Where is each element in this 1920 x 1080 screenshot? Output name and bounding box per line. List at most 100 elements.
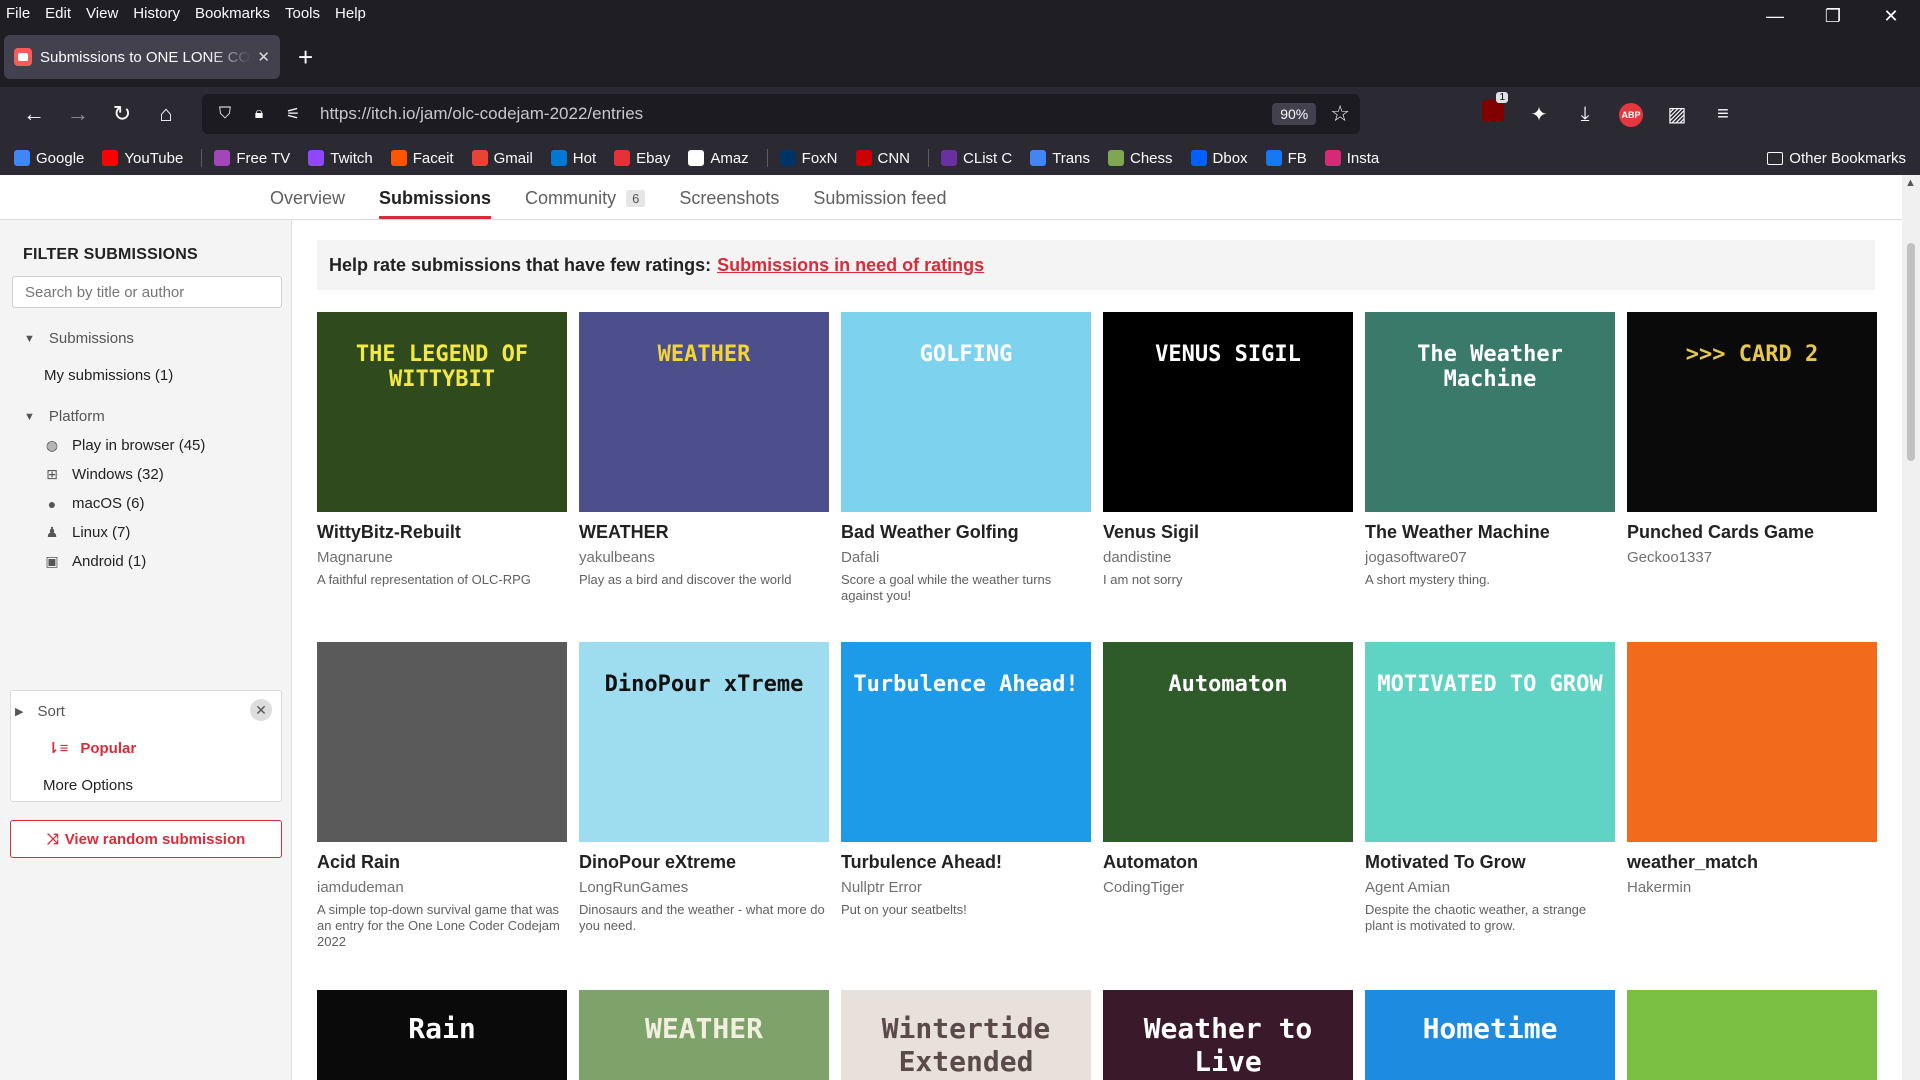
sort-group-toggle[interactable]: ▶ Sort — [15, 703, 65, 720]
bookmark-item[interactable]: Dbox — [1190, 150, 1248, 167]
game-title[interactable]: Punched Cards Game — [1627, 522, 1877, 543]
game-author[interactable]: Geckoo1337 — [1627, 549, 1877, 566]
restore-icon[interactable]: ❐ — [1804, 0, 1862, 32]
tab-screenshots[interactable]: Screenshots — [679, 188, 779, 219]
game-thumbnail[interactable]: MOTIVATED TO GROW — [1365, 642, 1615, 842]
download-icon[interactable]: ⤓ — [1562, 103, 1608, 126]
menu-view[interactable]: View — [86, 5, 118, 22]
adblock-icon[interactable]: ABP — [1608, 101, 1654, 127]
close-window-icon[interactable]: ✕ — [1862, 0, 1920, 32]
platform-filter-item[interactable]: ▣ Android (1) — [44, 553, 279, 570]
game-thumbnail[interactable]: WEATHER — [579, 312, 829, 512]
game-author[interactable]: LongRunGames — [579, 879, 829, 896]
game-author[interactable]: Agent Amian — [1365, 879, 1615, 896]
url-bar[interactable]: ⛉ 🔒︎ ⚟ https://itch.io/jam/olc-codejam-2… — [202, 94, 1360, 134]
game-author[interactable]: Magnarune — [317, 549, 567, 566]
bookmark-item[interactable]: CNN — [855, 150, 910, 167]
tab-community[interactable]: Community 6 — [525, 188, 646, 219]
game-thumbnail[interactable]: Weather to Live — [1103, 990, 1353, 1080]
game-author[interactable]: CodingTiger — [1103, 879, 1353, 896]
menu-tools[interactable]: Tools — [285, 5, 320, 22]
game-author[interactable]: dandistine — [1103, 549, 1353, 566]
my-submissions-filter[interactable]: My submissions (1) — [44, 367, 279, 384]
platform-group-toggle[interactable]: ▼ Platform — [24, 408, 279, 425]
zoom-level[interactable]: 90% — [1272, 103, 1317, 125]
other-bookmarks[interactable]: Other Bookmarks — [1767, 141, 1906, 175]
game-thumbnail[interactable] — [1627, 642, 1877, 842]
tab-overview[interactable]: Overview — [270, 188, 345, 219]
game-thumbnail[interactable]: Rain — [317, 990, 567, 1080]
game-thumbnail[interactable] — [1627, 990, 1877, 1080]
scroll-up-icon[interactable]: ▲ — [1905, 177, 1916, 189]
bookmark-item[interactable]: Trans — [1030, 150, 1090, 167]
menu-file[interactable]: File — [6, 5, 30, 22]
bookmark-item[interactable]: Google — [14, 150, 84, 167]
platform-filter-item[interactable]: ◍ Play in browser (45) — [44, 437, 279, 454]
bookmark-item[interactable]: Chess — [1108, 150, 1173, 167]
game-title[interactable]: Acid Rain — [317, 852, 567, 873]
game-title[interactable]: Bad Weather Golfing — [841, 522, 1091, 543]
game-author[interactable]: Hakermin — [1627, 879, 1877, 896]
scrollbar-thumb[interactable] — [1907, 243, 1915, 461]
game-title[interactable]: WEATHER — [579, 522, 829, 543]
game-title[interactable]: Venus Sigil — [1103, 522, 1353, 543]
minimize-icon[interactable]: — — [1746, 0, 1804, 32]
menu-bookmarks[interactable]: Bookmarks — [195, 5, 270, 22]
forward-icon[interactable]: → — [56, 101, 100, 127]
close-tab-icon[interactable]: ✕ — [257, 48, 270, 66]
permissions-icon[interactable]: ⚟ — [280, 104, 306, 124]
game-title[interactable]: weather_match — [1627, 852, 1877, 873]
bookmark-item[interactable]: Faceit — [390, 150, 454, 167]
view-random-button[interactable]: ⤨ View random submission — [10, 820, 282, 858]
menu-edit[interactable]: Edit — [45, 5, 71, 22]
tab-submissions[interactable]: Submissions — [379, 188, 492, 219]
game-author[interactable]: Dafali — [841, 549, 1091, 566]
home-icon[interactable]: ⌂ — [144, 101, 188, 127]
game-thumbnail[interactable]: Automaton — [1103, 642, 1353, 842]
game-thumbnail[interactable]: GOLFING — [841, 312, 1091, 512]
game-author[interactable]: jogasoftware07 — [1365, 549, 1615, 566]
game-thumbnail[interactable]: >>> CARD 2 — [1627, 312, 1877, 512]
active-tab[interactable]: Submissions to ONE LONE CODER ✕ — [4, 35, 280, 79]
game-thumbnail[interactable]: Hometime — [1365, 990, 1615, 1080]
game-title[interactable]: Turbulence Ahead! — [841, 852, 1091, 873]
bookmark-item[interactable]: Free TV — [214, 150, 290, 167]
bookmark-item[interactable]: Hot — [550, 150, 596, 167]
game-title[interactable]: Motivated To Grow — [1365, 852, 1615, 873]
menu-history[interactable]: History — [133, 5, 180, 22]
game-thumbnail[interactable]: DinoPour xTreme — [579, 642, 829, 842]
game-thumbnail[interactable]: VENUS SIGIL — [1103, 312, 1353, 512]
game-title[interactable]: DinoPour eXtreme — [579, 852, 829, 873]
reload-icon[interactable]: ↻ — [100, 101, 144, 127]
bookmark-item[interactable]: FoxN — [779, 150, 838, 167]
more-options-link[interactable]: More Options — [43, 777, 133, 794]
game-author[interactable]: yakulbeans — [579, 549, 829, 566]
sort-popular[interactable]: ⇂≡ Popular — [47, 739, 136, 758]
bookmark-item[interactable]: YouTube — [102, 150, 183, 167]
game-thumbnail[interactable]: The Weather Machine — [1365, 312, 1615, 512]
bookmark-star-icon[interactable]: ☆ — [1330, 101, 1350, 127]
new-tab-icon[interactable]: + — [298, 44, 313, 70]
bookmark-item[interactable]: Ebay — [614, 150, 670, 167]
game-thumbnail[interactable]: Turbulence Ahead! — [841, 642, 1091, 842]
bookmark-item[interactable]: CList C — [941, 150, 1012, 167]
extension-icon[interactable]: ✦ — [1516, 102, 1562, 127]
game-thumbnail[interactable] — [317, 642, 567, 842]
lock-icon[interactable]: 🔒︎ — [246, 105, 272, 123]
menu-help[interactable]: Help — [335, 5, 366, 22]
platform-filter-item[interactable]: ● macOS (6) — [44, 495, 279, 512]
rate-link[interactable]: Submissions in need of ratings — [717, 255, 984, 276]
platform-filter-item[interactable]: ⊞ Windows (32) — [44, 466, 279, 483]
game-title[interactable]: The Weather Machine — [1365, 522, 1615, 543]
shield-icon[interactable]: ⛉ — [212, 105, 238, 123]
bookmark-item[interactable]: Insta — [1324, 150, 1379, 167]
hamburger-menu-icon[interactable]: ≡ — [1700, 103, 1746, 126]
tab-submission-feed[interactable]: Submission feed — [813, 188, 946, 219]
ublock-icon[interactable]: 1 — [1470, 92, 1516, 128]
game-thumbnail[interactable]: Wintertide Extended — [841, 990, 1091, 1080]
image-icon[interactable]: ▨ — [1654, 102, 1700, 127]
platform-filter-item[interactable]: ♟ Linux (7) — [44, 524, 279, 541]
page-scrollbar[interactable]: ▲ — [1902, 175, 1920, 1080]
url-text[interactable]: https://itch.io/jam/olc-codejam-2022/ent… — [320, 104, 1272, 124]
game-title[interactable]: WittyBitz-Rebuilt — [317, 522, 567, 543]
